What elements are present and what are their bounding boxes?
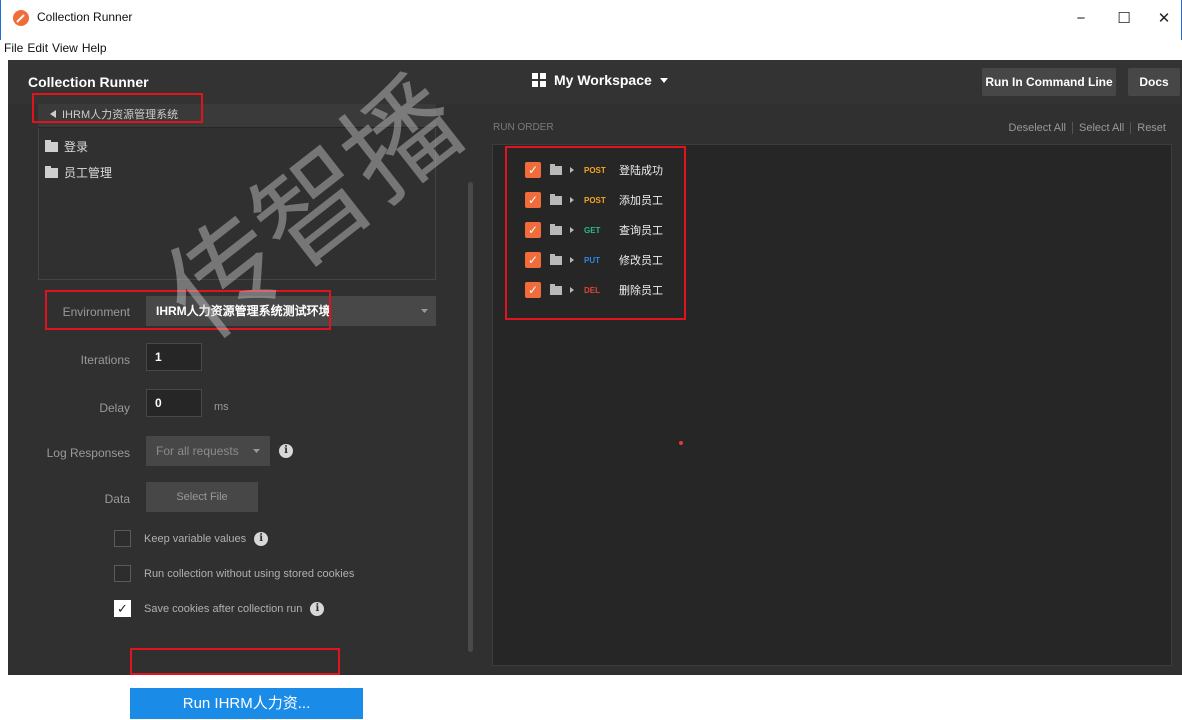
- deselect-all-link[interactable]: Deselect All: [1003, 122, 1072, 134]
- run-order-label: RUN ORDER: [493, 122, 554, 133]
- caret-down-icon: [659, 77, 668, 83]
- keep-variable-option[interactable]: Keep variable values i: [114, 530, 269, 547]
- folder-label: 员工管理: [64, 166, 113, 180]
- folder-icon: [45, 139, 58, 152]
- delay-input[interactable]: 0: [146, 389, 202, 417]
- no-cookies-checkbox[interactable]: [114, 565, 131, 582]
- annotation-box: [45, 290, 331, 330]
- annotation-box: [130, 648, 340, 675]
- keep-variable-label: Keep variable values: [144, 532, 247, 545]
- workspace-name: My Workspace: [554, 72, 652, 88]
- delay-label: Delay: [99, 401, 130, 415]
- run-command-line-button[interactable]: Run In Command Line: [982, 68, 1116, 96]
- postman-logo-icon: [13, 10, 29, 26]
- docs-button[interactable]: Docs: [1128, 68, 1180, 96]
- window-title: Collection Runner: [37, 10, 133, 24]
- select-all-link[interactable]: Select All: [1072, 122, 1131, 134]
- info-icon[interactable]: i: [254, 531, 269, 546]
- iterations-label: Iterations: [80, 353, 130, 367]
- red-dot-marker: [679, 441, 683, 445]
- collection-tree: 登录 员工管理: [38, 128, 436, 280]
- save-cookies-label: Save cookies after collection run: [144, 602, 303, 615]
- reset-link[interactable]: Reset: [1130, 122, 1172, 134]
- no-cookies-option[interactable]: Run collection without using stored cook…: [114, 565, 354, 582]
- folder-item[interactable]: 员工管理: [45, 164, 112, 181]
- keep-variable-checkbox[interactable]: [114, 530, 131, 547]
- log-responses-select[interactable]: For all requests: [146, 436, 270, 466]
- annotation-box: [32, 93, 203, 123]
- page-title: Collection Runner: [28, 74, 149, 90]
- info-icon[interactable]: i: [279, 444, 293, 458]
- run-order-actions: Deselect All Select All Reset: [1003, 122, 1172, 134]
- folder-item[interactable]: 登录: [45, 138, 88, 155]
- menu-bar: File Edit View Help: [0, 40, 1182, 60]
- maximize-button[interactable]: ☐: [1109, 6, 1139, 32]
- scrollbar[interactable]: [468, 182, 473, 652]
- minimize-button[interactable]: −: [1066, 6, 1096, 32]
- caret-down-icon: [421, 309, 428, 313]
- menu-view[interactable]: View: [52, 40, 78, 56]
- run-collection-button[interactable]: Run IHRM人力资...: [130, 688, 363, 719]
- save-cookies-checkbox[interactable]: ✓: [114, 600, 131, 617]
- menu-file[interactable]: File: [4, 40, 23, 56]
- workspace-selector[interactable]: My Workspace: [532, 72, 668, 88]
- save-cookies-option[interactable]: ✓ Save cookies after collection run i: [114, 600, 325, 617]
- grid-icon: [532, 73, 546, 87]
- info-icon[interactable]: i: [310, 601, 325, 616]
- select-file-button[interactable]: Select File: [146, 482, 258, 512]
- folder-label: 登录: [64, 140, 89, 154]
- log-responses-label: Log Responses: [46, 446, 130, 460]
- no-cookies-label: Run collection without using stored cook…: [144, 567, 355, 580]
- menu-edit[interactable]: Edit: [27, 40, 48, 56]
- folder-icon: [45, 165, 58, 178]
- log-responses-value: For all requests: [156, 444, 239, 458]
- title-bar: Collection Runner − ☐ ✕: [0, 0, 1182, 40]
- annotation-box: [505, 146, 686, 320]
- caret-down-icon: [253, 449, 260, 453]
- runner-config-panel: IHRM人力资源管理系统 登录 员工管理 Environment IHRM人力资…: [8, 104, 477, 719]
- close-button[interactable]: ✕: [1149, 6, 1179, 32]
- delay-unit: ms: [214, 401, 229, 413]
- iterations-input[interactable]: 1: [146, 343, 202, 371]
- data-label: Data: [104, 492, 130, 506]
- menu-help[interactable]: Help: [82, 40, 107, 56]
